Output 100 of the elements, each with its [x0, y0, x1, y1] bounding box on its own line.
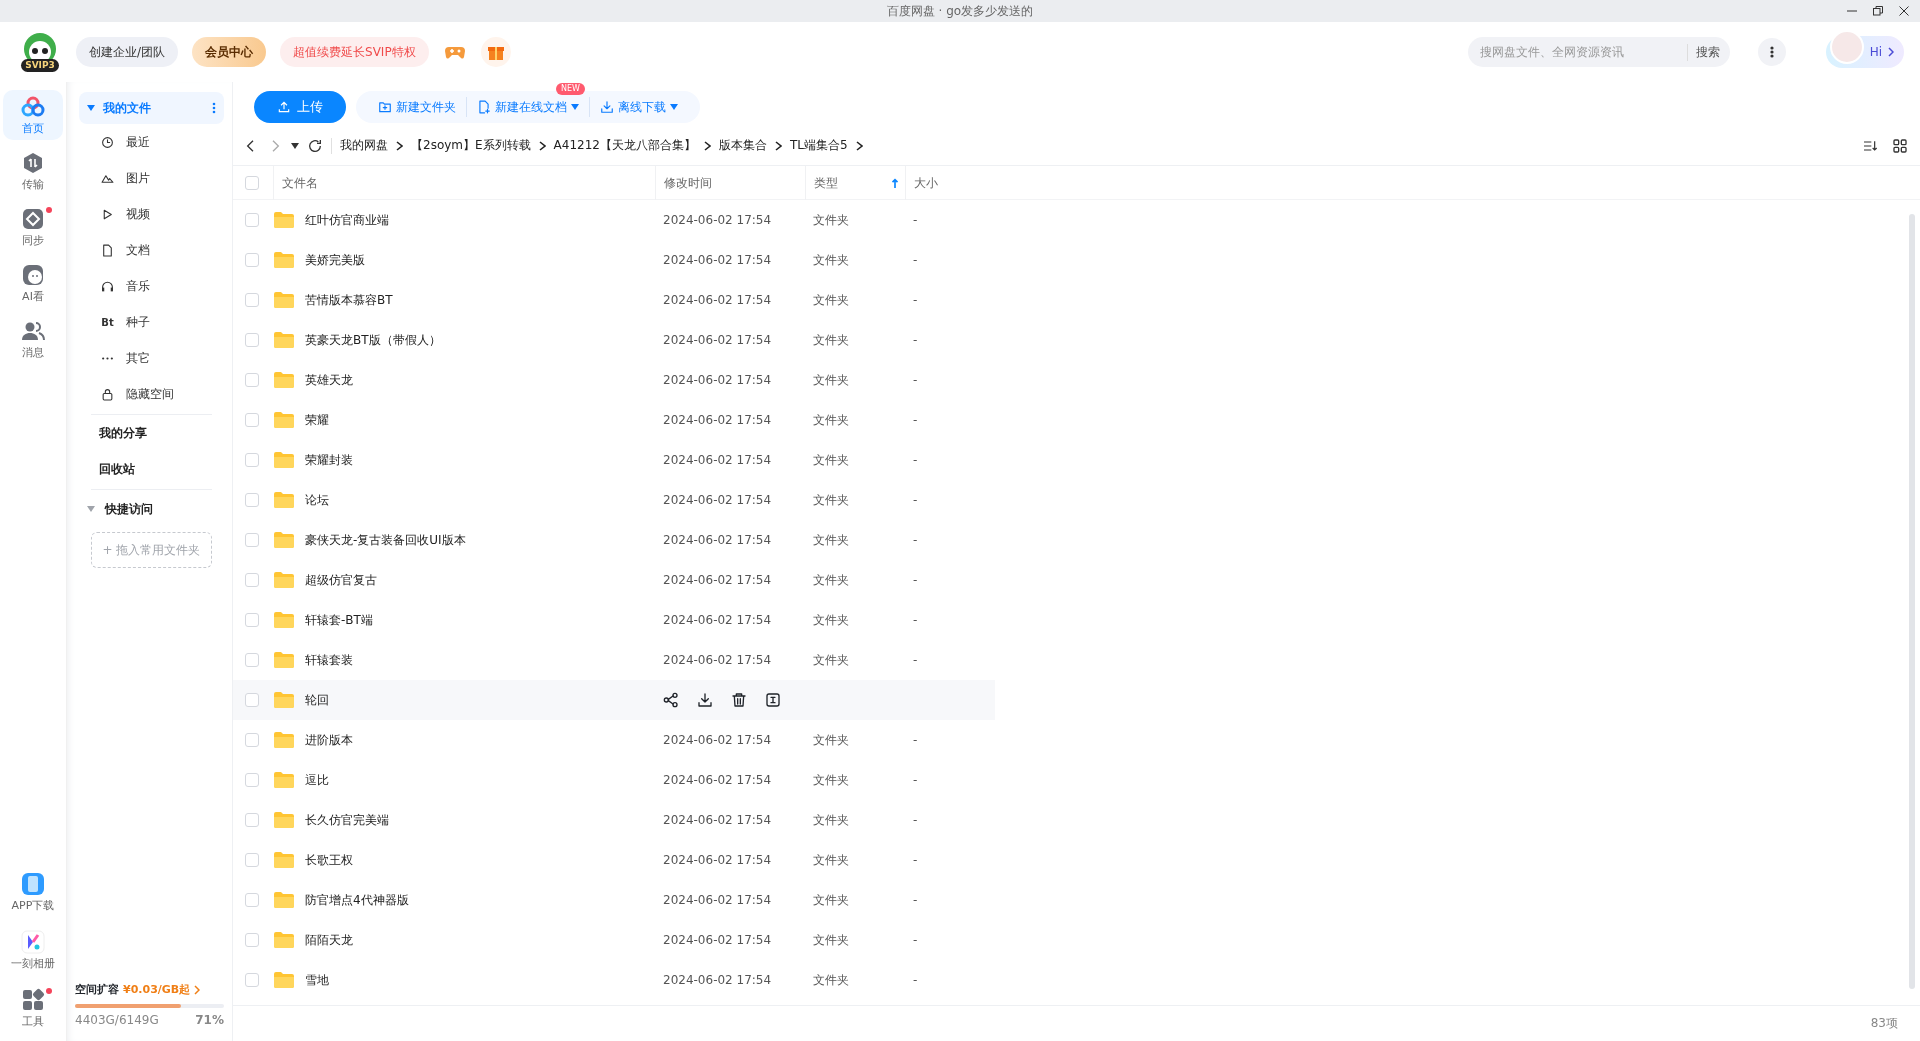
file-name[interactable]: 苦情版本慕容BT [305, 291, 393, 309]
type-cell-text: 文件夹 [812, 491, 850, 509]
date-cell-text: 2024-06-02 17:54 [662, 933, 773, 947]
file-name[interactable]: 英雄天龙 [305, 371, 353, 389]
date-cell-text: 2024-06-02 17:54 [662, 253, 773, 267]
toolbar-button[interactable]: 离线下载 [589, 97, 688, 117]
date-cell-text: 2024-06-02 17:54 [662, 733, 773, 747]
type-cell-text: 文件夹 [812, 451, 850, 469]
storage-used: 4403G/6149G [75, 1013, 159, 1027]
size-cell-text: - [912, 773, 919, 787]
rail-tab[interactable]: 一刻相册 [3, 925, 63, 975]
type-cell-text: 文件夹 [812, 611, 850, 629]
file-name[interactable]: 论坛 [305, 491, 329, 509]
file-name[interactable]: 荣耀 [305, 411, 329, 429]
type-cell-text: 文件夹 [812, 931, 850, 949]
file-name[interactable]: 长久仿官完美端 [305, 811, 389, 829]
date-cell-text: 2024-06-02 17:54 [662, 613, 773, 627]
date-cell-text: 2024-06-02 17:54 [662, 493, 773, 507]
nav-item[interactable]: 文档 [79, 232, 224, 268]
type-cell-text: 文件夹 [812, 331, 850, 349]
type-cell-text: 文件夹 [812, 531, 850, 549]
date-cell-text: 2024-06-02 17:54 [662, 333, 773, 347]
breadcrumb-link[interactable]: 我的网盘 [340, 137, 388, 154]
file-name[interactable]: 逗比 [305, 771, 329, 789]
file-name[interactable]: 轩辕套-BT端 [305, 611, 373, 629]
item-count: 83项 [1870, 1015, 1898, 1032]
rail-tab[interactable]: 工具 [3, 983, 63, 1033]
my-files-item[interactable]: 我的文件 [79, 92, 224, 124]
nav-item[interactable]: 最近 [79, 124, 224, 160]
nav-item[interactable]: 图片 [79, 160, 224, 196]
rail-tab[interactable]: 消息 [3, 314, 63, 364]
date-cell-text: 2024-06-02 17:54 [662, 293, 773, 307]
type-cell-text: 文件夹 [812, 731, 850, 749]
type-cell-text: 文件夹 [812, 251, 850, 269]
storage-title: 空间扩容 [75, 982, 119, 997]
file-name[interactable]: 超级仿官复古 [305, 571, 377, 589]
nav-item[interactable]: 回收站 [79, 451, 224, 487]
nav-item[interactable]: 音乐 [79, 268, 224, 304]
date-cell-text: 2024-06-02 17:54 [662, 893, 773, 907]
nav-item[interactable]: 其它 [79, 340, 224, 376]
date-cell-text: 2024-06-02 17:54 [662, 973, 773, 987]
column-header[interactable]: 大小 [905, 166, 995, 200]
rail-tab[interactable]: APP下载 [3, 867, 63, 917]
hovered-row[interactable]: 轮回 [233, 680, 995, 720]
breadcrumb-link[interactable]: A41212【天龙八部合集】 [553, 137, 696, 154]
type-cell-text: 文件夹 [812, 291, 850, 309]
size-cell-text: - [912, 613, 919, 627]
rail-tab[interactable]: 首页 [3, 90, 63, 140]
nav-item[interactable]: 视频 [79, 196, 224, 232]
size-cell-text: - [912, 813, 919, 827]
new-badge: NEW [556, 83, 585, 95]
rail-tab[interactable]: 传输 [3, 146, 63, 196]
type-cell-text: 文件夹 [812, 971, 850, 989]
date-cell-text: 2024-06-02 17:54 [662, 653, 773, 667]
breadcrumb-link[interactable]: 【2soym】E系列转载 [411, 137, 531, 154]
size-cell-text: - [912, 293, 919, 307]
file-name[interactable]: 豪侠天龙-复古装备回收UI版本 [305, 531, 466, 549]
file-name[interactable]: 英豪天龙BT版（带假人） [305, 331, 441, 349]
type-cell-text: 文件夹 [812, 811, 850, 829]
column-header[interactable]: 文件名 [273, 166, 655, 200]
storage-percent: 71% [195, 1013, 224, 1027]
size-cell-text: - [912, 453, 919, 467]
date-cell-text: 2024-06-02 17:54 [662, 773, 773, 787]
file-name[interactable]: 雪地 [305, 971, 329, 989]
rail-tab[interactable]: AI看 [3, 258, 63, 308]
nav-item[interactable]: 我的分享 [79, 415, 224, 451]
date-cell-text: 2024-06-02 17:54 [662, 213, 773, 227]
member-center-button[interactable]: 会员中心 [192, 37, 267, 67]
size-cell-text: - [912, 973, 919, 987]
type-cell-text: 文件夹 [812, 771, 850, 789]
nav-item[interactable]: 隐藏空间 [79, 376, 224, 412]
upload-button[interactable]: 上传 [254, 91, 346, 123]
file-name[interactable]: 美娇完美版 [305, 251, 365, 269]
date-cell-text: 2024-06-02 17:54 [662, 373, 773, 387]
file-name[interactable]: 防官增点4代神器版 [305, 891, 409, 909]
rail-tab[interactable]: 同步 [3, 202, 63, 252]
file-name[interactable]: 进阶版本 [305, 731, 353, 749]
quick-access-item[interactable]: 快捷访问 [79, 490, 224, 528]
breadcrumb-link[interactable]: 版本集合 [719, 137, 767, 154]
size-cell-text: - [912, 413, 919, 427]
column-header[interactable]: 修改时间 [655, 166, 805, 200]
toolbar-button[interactable]: 新建文件夹 [368, 97, 466, 117]
size-cell-text: - [912, 253, 919, 267]
type-cell-text: 文件夹 [812, 571, 850, 589]
file-name[interactable]: 陌陌天龙 [305, 931, 353, 949]
date-cell-text: 2024-06-02 17:54 [662, 453, 773, 467]
file-name[interactable]: 荣耀封装 [305, 451, 353, 469]
type-cell-text: 文件夹 [812, 891, 850, 909]
file-name[interactable]: 长歌王权 [305, 851, 353, 869]
breadcrumb-link[interactable]: TL端集合5 [790, 137, 848, 154]
column-header[interactable]: 类型 [805, 166, 905, 200]
file-name[interactable]: 轮回 [305, 691, 329, 709]
team-button[interactable]: 创建企业/团队 [76, 37, 179, 67]
toolbar-button[interactable]: 新建在线文档 [466, 97, 589, 117]
search-field[interactable]: 搜网盘文件、全网资源资讯 搜索 [1467, 37, 1730, 67]
file-name[interactable]: 轩辕套装 [305, 651, 353, 669]
search-button[interactable]: 搜索 [1686, 43, 1720, 61]
file-name[interactable]: 红叶仿官商业端 [305, 211, 389, 229]
nav-item[interactable]: Bt 种子 [79, 304, 224, 340]
size-cell-text: - [912, 853, 919, 867]
